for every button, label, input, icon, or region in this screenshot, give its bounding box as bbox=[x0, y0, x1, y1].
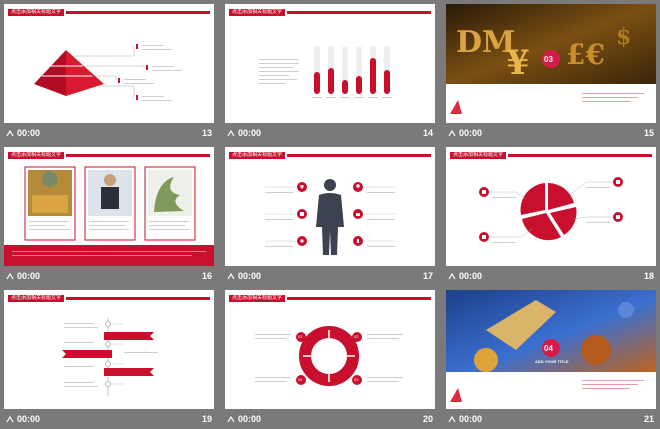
businessman-diagram bbox=[265, 179, 395, 255]
slide-footer-21: 00:00 21 bbox=[446, 411, 656, 429]
slide-number: 17 bbox=[422, 271, 433, 281]
slide-footer-19: 00:00 19 bbox=[4, 411, 214, 429]
slide-footer-15: 00:00 15 bbox=[446, 125, 656, 143]
slide-footer-13: 00:00 13 bbox=[4, 125, 214, 143]
transition-icon bbox=[6, 416, 14, 423]
cycle-step-label: 01 bbox=[298, 334, 303, 339]
slide-thumbnail-20[interactable]: 点击添加相关标题文字 01 02 03 04 bbox=[225, 290, 435, 409]
slide-number: 18 bbox=[643, 271, 654, 281]
slide-footer-20: 00:00 20 bbox=[225, 411, 435, 429]
slide-thumbnail-21[interactable]: 04 ADD YOUR TITLE bbox=[446, 290, 656, 409]
slide-timing: 00:00 bbox=[459, 128, 483, 138]
transition-icon bbox=[6, 130, 14, 137]
transition-icon bbox=[227, 416, 235, 423]
slide-timing: 00:00 bbox=[459, 414, 483, 424]
section-subtitle: ADD YOUR TITLE bbox=[535, 359, 569, 364]
transition-icon bbox=[448, 416, 456, 423]
pie-diagram bbox=[479, 177, 623, 242]
slide-number: 20 bbox=[422, 414, 433, 424]
timeline-diagram bbox=[62, 318, 154, 396]
slide-thumbnail-15[interactable]: DM ¥ £€ $ 03 bbox=[446, 4, 656, 123]
cycle-step-label: 04 bbox=[298, 377, 303, 382]
slide-thumbnail-19[interactable]: 点击添加相关标题文字 bbox=[4, 290, 214, 409]
slide-number: 13 bbox=[201, 128, 212, 138]
slide-number: 14 bbox=[422, 128, 433, 138]
slide-timing: 00:00 bbox=[17, 128, 41, 138]
slide-footer-14: 00:00 14 bbox=[225, 125, 435, 143]
slide-timing: 00:00 bbox=[238, 414, 262, 424]
pyramid-diagram bbox=[34, 44, 148, 100]
slide-thumbnail-17[interactable]: 点击添加相关标题文字 bbox=[225, 147, 435, 266]
transition-icon bbox=[227, 273, 235, 280]
bar-chart bbox=[312, 46, 392, 98]
slide-thumbnail-16[interactable]: 点击添加相关标题文字 bbox=[4, 147, 214, 266]
slide-footer-17: 00:00 17 bbox=[225, 268, 435, 286]
svg-text:¥: ¥ bbox=[506, 43, 530, 83]
slide-thumbnail-14[interactable]: 点击添加相关标题文字 bbox=[225, 4, 435, 123]
cycle-step-label: 02 bbox=[354, 334, 359, 339]
cycle-step-label: 03 bbox=[354, 377, 359, 382]
slide-timing: 00:00 bbox=[459, 271, 483, 281]
cycle-diagram bbox=[296, 326, 362, 386]
slide-number: 16 bbox=[201, 271, 212, 281]
svg-text:£€: £€ bbox=[566, 38, 605, 71]
slide-footer-18: 00:00 18 bbox=[446, 268, 656, 286]
slide-timing: 00:00 bbox=[17, 414, 41, 424]
photo-collage bbox=[4, 166, 214, 266]
transition-icon bbox=[6, 273, 14, 280]
slide-timing: 00:00 bbox=[17, 271, 41, 281]
slide-number: 15 bbox=[643, 128, 654, 138]
slide-thumbnail-13[interactable]: 点击添加相关标题文字 bbox=[4, 4, 214, 123]
transition-icon bbox=[448, 130, 456, 137]
section-badge: 04 bbox=[544, 344, 553, 353]
slide-timing: 00:00 bbox=[238, 271, 262, 281]
slide-thumbnail-18[interactable]: 点击添加相关标题文字 bbox=[446, 147, 656, 266]
slide-timing: 00:00 bbox=[238, 128, 262, 138]
transition-icon bbox=[227, 130, 235, 137]
section-badge: 03 bbox=[544, 55, 553, 64]
slide-number: 19 bbox=[201, 414, 212, 424]
svg-text:$: $ bbox=[616, 24, 631, 50]
slide-footer-16: 00:00 16 bbox=[4, 268, 214, 286]
transition-icon bbox=[448, 273, 456, 280]
slide-number: 21 bbox=[643, 414, 654, 424]
